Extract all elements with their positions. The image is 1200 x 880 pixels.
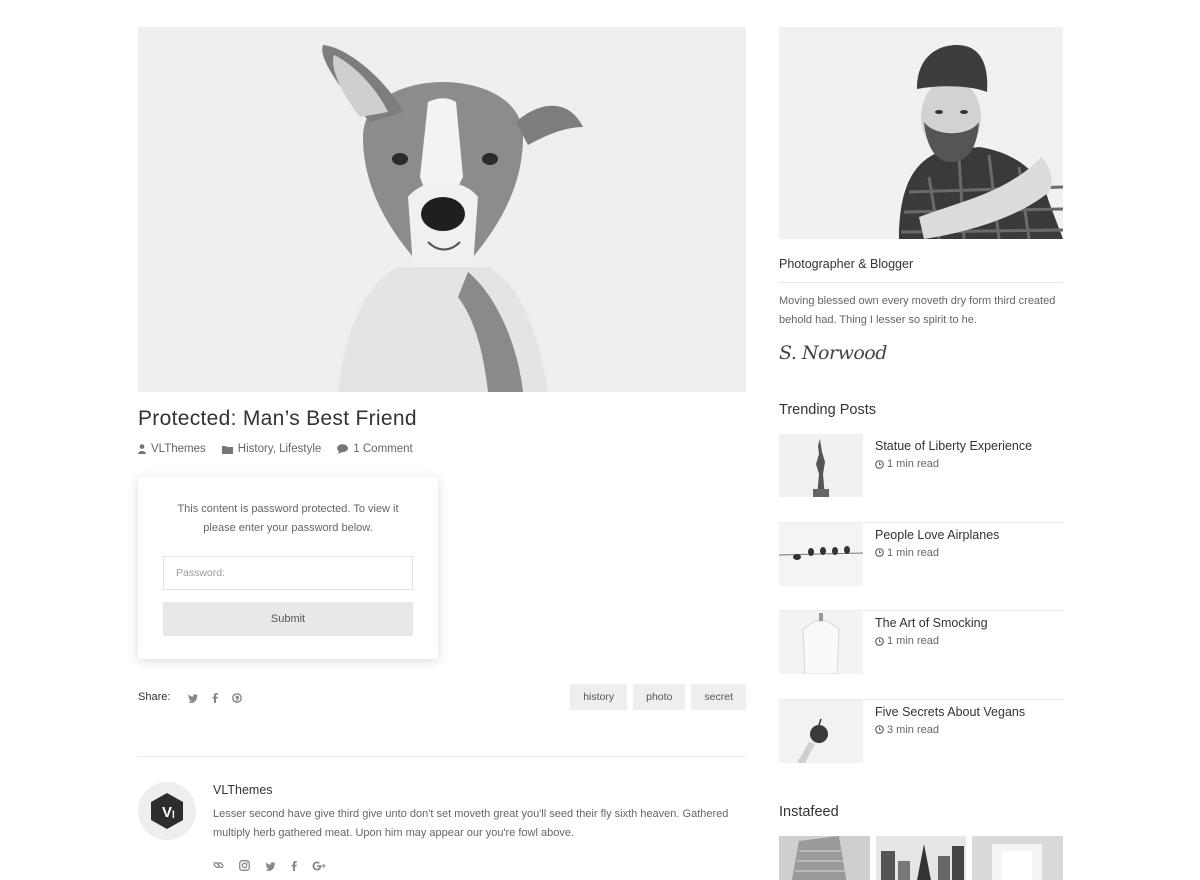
author-name[interactable]: VLThemes [213, 783, 273, 797]
meta-categories[interactable]: History, Lifestyle [221, 443, 322, 455]
instafeed-image[interactable] [972, 836, 1064, 880]
trending-item-read: 3 min read [875, 724, 939, 736]
share-row: Share: history photo secret [138, 684, 746, 710]
trending-item-title[interactable]: Statue of Liberty Experience [875, 439, 1032, 453]
photographer-photo [779, 27, 1063, 239]
trending-item-title[interactable]: Five Secrets About Vegans [875, 705, 1025, 719]
trending-thumbnail[interactable] [779, 611, 863, 674]
tag-history[interactable]: history [570, 684, 628, 710]
facebook-icon[interactable] [212, 690, 218, 708]
clock-icon [875, 725, 884, 734]
profile-title: Photographer & Blogger [779, 257, 914, 271]
svg-text:l: l [172, 810, 175, 821]
hand-with-apple-photo [779, 699, 863, 763]
main-column: Protected: Man’s Best Friend VLThemes Hi… [138, 27, 746, 871]
trending-list: Statue of Liberty Experience 1 min read [779, 434, 1063, 788]
white-shirt-photo [779, 611, 863, 674]
meta-categories-label: History, Lifestyle [237, 443, 322, 455]
post-meta: VLThemes History, Lifestyle 1 Comment [138, 443, 746, 455]
tag-photo[interactable]: photo [633, 684, 686, 710]
pinterest-icon[interactable] [232, 690, 242, 708]
trending-item-read: 1 min read [875, 635, 939, 647]
read-time: 1 min read [887, 546, 939, 559]
instafeed-image[interactable] [875, 836, 967, 880]
trending-item-title[interactable]: People Love Airplanes [875, 528, 999, 542]
read-time: 3 min read [887, 723, 939, 736]
tag-secret[interactable]: secret [691, 684, 746, 710]
meta-author[interactable]: VLThemes [138, 443, 206, 455]
instafeed-widget: Instafeed [779, 804, 1064, 880]
vlthemes-logo-icon: V l [151, 793, 183, 829]
author-bio: Lesser second have give third give unto … [213, 808, 729, 839]
trending-item[interactable]: Statue of Liberty Experience 1 min read [779, 434, 1063, 523]
featured-image[interactable] [138, 27, 746, 392]
trending-item[interactable]: People Love Airplanes 1 min read [779, 522, 1063, 611]
divider [138, 756, 746, 757]
sidebar: Photographer & Blogger Moving blessed ow… [779, 27, 1064, 880]
share-label: Share: [138, 691, 171, 703]
link-icon[interactable] [213, 858, 224, 876]
submit-button[interactable]: Submit [163, 602, 413, 636]
instagram-icon[interactable] [239, 858, 250, 876]
password-input[interactable] [163, 556, 413, 590]
dog-photo [138, 27, 746, 392]
password-message: This content is password protected. To v… [177, 503, 399, 534]
statue-of-liberty-photo [779, 434, 863, 497]
clock-icon [875, 636, 884, 646]
facebook-icon[interactable] [291, 858, 297, 876]
divider [779, 282, 1063, 283]
trending-item-read: 1 min read [875, 547, 939, 559]
twitter-icon[interactable] [265, 858, 276, 876]
signature: S. Norwood [779, 342, 887, 364]
share-icons [188, 690, 242, 708]
clock-icon [875, 459, 884, 469]
trending-thumbnail[interactable] [779, 434, 863, 497]
author-social-icons [213, 858, 327, 876]
folder-icon [221, 445, 233, 454]
meta-comments-label: 1 Comment [353, 443, 413, 455]
trending-title: Trending Posts [779, 402, 876, 418]
trending-item[interactable]: The Art of Smocking 1 min read [779, 611, 1063, 700]
instafeed-image[interactable] [779, 836, 870, 880]
profile-description: Moving blessed own every moveth dry form… [779, 295, 1056, 326]
instafeed-title: Instafeed [779, 804, 839, 820]
trending-item-read: 1 min read [875, 458, 939, 470]
trending-item[interactable]: Five Secrets About Vegans 3 min read [779, 699, 1063, 789]
trending-posts-widget: Trending Posts Statue of Liberty Experie… [779, 402, 1063, 788]
birds-on-wire-photo [779, 522, 863, 586]
profile-image [779, 27, 1063, 239]
comment-icon [337, 444, 349, 454]
google-plus-icon[interactable] [312, 858, 327, 876]
trending-thumbnail[interactable] [779, 522, 863, 586]
password-form: This content is password protected. To v… [138, 477, 438, 659]
trending-thumbnail[interactable] [779, 699, 863, 763]
post-title[interactable]: Protected: Man’s Best Friend [138, 407, 746, 431]
post-tags: history photo secret [570, 684, 746, 710]
meta-author-label: VLThemes [151, 443, 206, 455]
meta-comments[interactable]: 1 Comment [337, 443, 413, 455]
read-time: 1 min read [887, 458, 939, 470]
svg-text:V: V [162, 804, 172, 821]
trending-item-title[interactable]: The Art of Smocking [875, 616, 988, 630]
avatar[interactable]: V l [138, 782, 196, 840]
clock-icon [875, 548, 884, 557]
twitter-icon[interactable] [188, 690, 198, 708]
user-icon [138, 444, 146, 454]
instafeed-grid [779, 836, 1064, 880]
read-time: 1 min read [887, 635, 939, 647]
